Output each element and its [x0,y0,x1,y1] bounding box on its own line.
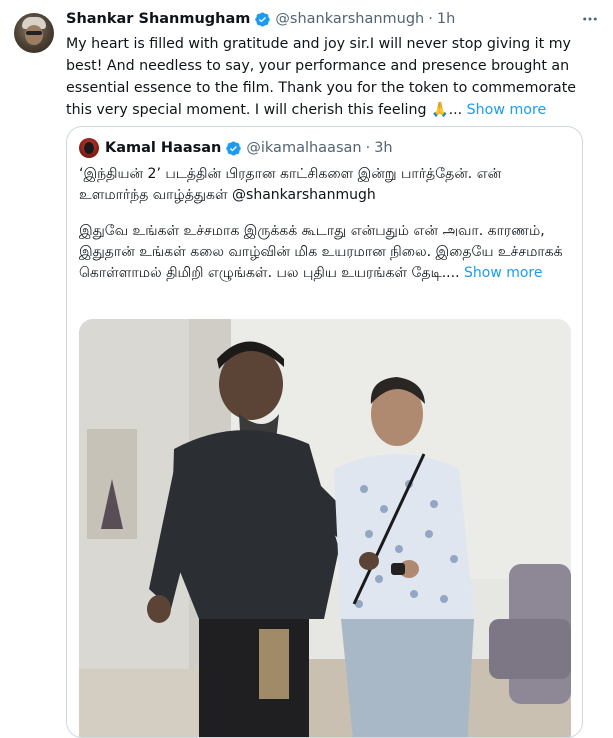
timestamp[interactable]: 1h [437,11,455,27]
quoted-show-more-link[interactable]: Show more [464,265,543,281]
quoted-paragraph-2: இதுவே உங்கள் உச்சமாக இருக்கக் கூடாது என்… [79,221,574,284]
tweet-text: My heart is filled with gratitude and jo… [66,33,601,121]
verified-badge-icon [255,12,271,26]
quoted-tweet[interactable]: Kamal Haasan @ikamalhaasan · 3h ‘இந்தியன… [66,126,583,738]
quoted-tweet-text: ‘இந்தியன் 2’ படத்தின் பிரதான காட்சிகளை இ… [79,164,574,284]
avatar[interactable] [14,13,54,53]
tweet-header: Shankar Shanmugham @shankarshanmugh · 1h [66,8,455,30]
quoted-timestamp[interactable]: 3h [374,140,392,156]
more-options-icon [583,17,597,21]
quoted-tweet-header: Kamal Haasan @ikamalhaasan · 3h [79,137,393,159]
author-name[interactable]: Shankar Shanmugham [66,11,250,27]
separator-dot: · [365,140,371,156]
more-options-button[interactable] [579,10,601,28]
quoted-author-handle[interactable]: @ikamalhaasan [246,140,361,156]
verified-badge-icon [226,141,242,155]
quoted-author-name[interactable]: Kamal Haasan [105,140,221,156]
separator-dot: · [428,11,433,27]
show-more-link[interactable]: Show more [467,102,547,118]
quoted-avatar[interactable] [79,138,99,158]
tweet-photo[interactable] [79,319,571,737]
author-handle[interactable]: @shankarshanmugh [275,11,424,27]
photo-illustration [79,319,571,737]
quoted-paragraph-1: ‘இந்தியன் 2’ படத்தின் பிரதான காட்சிகளை இ… [79,166,502,203]
